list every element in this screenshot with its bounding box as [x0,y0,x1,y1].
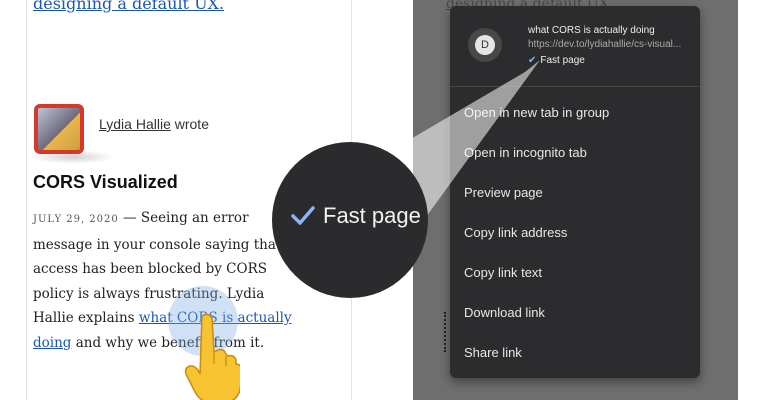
check-icon [291,206,315,225]
fast-page-callout: Fast page [272,142,428,298]
callout-label: Fast page [323,203,421,228]
